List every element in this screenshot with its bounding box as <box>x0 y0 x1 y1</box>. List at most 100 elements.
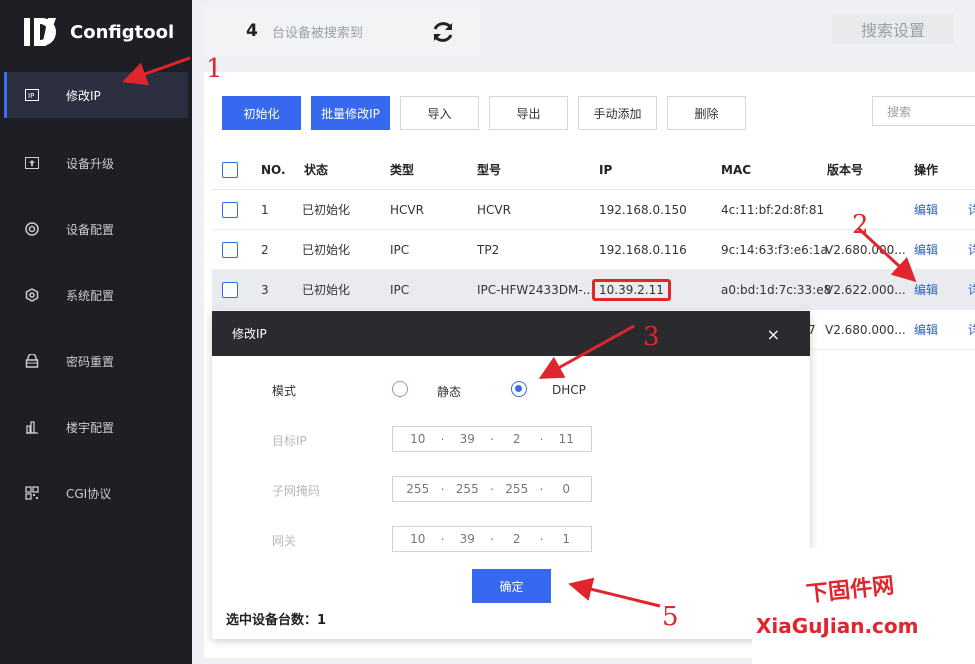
row-checkbox[interactable] <box>222 241 238 258</box>
row-type: IPC <box>390 242 410 257</box>
row-model: TP2 <box>477 242 500 257</box>
selected-count-value: 1 <box>317 613 327 628</box>
mode-label: 模式 <box>272 384 297 398</box>
app-name: Configtool <box>70 21 175 43</box>
ip-octet: 255 <box>492 479 543 496</box>
target-ip-label: 目标IP <box>272 434 307 448</box>
delete-button[interactable]: 删除 <box>667 96 746 130</box>
header-version: 版本号 <box>827 163 864 177</box>
annotation-number-1: 1 <box>206 54 223 84</box>
init-button[interactable]: 初始化 <box>222 96 301 130</box>
ip-icon: IP <box>24 87 40 103</box>
selected-device-count: 选中设备台数：1 <box>226 609 326 628</box>
upgrade-icon <box>24 155 40 171</box>
confirm-button[interactable]: 确定 <box>472 569 551 603</box>
sidebar-item-system-config[interactable]: 系统配置 <box>0 262 192 328</box>
sidebar-item-label: 设备配置 <box>66 222 115 237</box>
static-radio[interactable] <box>392 381 408 397</box>
row-ip-highlighted: 10.39.2.11 <box>592 278 671 301</box>
row-no: 3 <box>261 282 269 297</box>
batch-modify-ip-button[interactable]: 批量修改IP <box>311 96 390 130</box>
sidebar-item-label: CGI协议 <box>66 486 112 501</box>
row-mac: 9c:14:63:f3:e6:1a <box>721 242 828 257</box>
edit-link[interactable]: 编辑 <box>914 321 938 338</box>
header-ip: IP <box>599 162 613 177</box>
qr-icon <box>24 485 40 501</box>
sidebar-item-label: 设备升级 <box>66 156 115 171</box>
edit-link[interactable]: 编辑 <box>914 241 938 258</box>
row-ip: 192.168.0.150 <box>599 202 687 217</box>
annotation-number-2: 2 <box>852 210 869 240</box>
row-status: 已初始化 <box>302 203 351 217</box>
import-button[interactable]: 导入 <box>400 96 479 130</box>
close-icon[interactable]: × <box>767 325 780 344</box>
dhcp-label: DHCP <box>552 383 586 397</box>
sidebar-item-label: 修改IP <box>66 88 101 103</box>
row-version: V2.622.000... <box>825 282 906 297</box>
sidebar-item-label: 楼宇配置 <box>66 420 115 435</box>
ip-octet: 39 <box>443 529 494 546</box>
dhcp-radio[interactable] <box>511 381 527 397</box>
row-type: HCVR <box>390 202 424 217</box>
ip-octet: 0 <box>562 482 571 496</box>
ip-octet: 39 <box>443 429 494 446</box>
ip-octet: 2 <box>492 529 543 546</box>
edit-link[interactable]: 编辑 <box>914 201 938 218</box>
annotation-number-3: 3 <box>643 322 660 352</box>
sidebar-item-modify-ip[interactable]: IP 修改IP <box>4 72 188 118</box>
subnet-input[interactable]: 255 255 255 0 <box>392 476 592 502</box>
export-button[interactable]: 导出 <box>489 96 568 130</box>
header-no: NO. <box>261 162 286 177</box>
sidebar-item-label: 系统配置 <box>66 288 115 303</box>
sidebar-item-cgi[interactable]: CGI协议 <box>0 460 192 526</box>
watermark-cn: 下固件网 <box>805 573 896 608</box>
svg-text:IP: IP <box>28 92 34 100</box>
device-count-label: 台设备被搜索到 <box>271 25 363 41</box>
row-mac: a0:bd:1d:7c:33:e8 <box>721 282 832 297</box>
row-mac: 4c:11:bf:2d:8f:81 <box>721 202 825 217</box>
row-checkbox[interactable] <box>222 201 238 218</box>
ip-octet: 11 <box>558 432 574 446</box>
table-row-selected[interactable]: 3 已初始化 IPC IPC-HFW2433DM-... 10.39.2.11 … <box>212 270 975 310</box>
sidebar-item-building-config[interactable]: 楼宇配置 <box>0 394 192 460</box>
dialog-header: 修改IP × <box>212 311 810 356</box>
row-model: IPC-HFW2433DM-... <box>477 282 595 297</box>
target-ip-input[interactable]: 10 39 2 11 <box>392 426 592 452</box>
detail-link[interactable]: 详 <box>968 241 975 258</box>
row-status: 已初始化 <box>302 243 351 257</box>
row-version: V2.680.000... <box>825 322 906 337</box>
app-logo: Configtool <box>0 0 192 64</box>
modify-ip-dialog: 修改IP × 模式 静态 DHCP 目标IP 10 39 2 11 子网掩码 2… <box>212 311 810 639</box>
row-no: 2 <box>261 242 269 257</box>
ip-octet: 1 <box>562 532 571 546</box>
row-status: 已初始化 <box>302 283 351 297</box>
select-all-checkbox[interactable] <box>222 161 238 178</box>
header-mac: MAC <box>721 162 752 177</box>
row-type: IPC <box>390 282 410 297</box>
detail-link[interactable]: 详 <box>968 281 975 298</box>
lock-icon <box>24 353 40 369</box>
header-status: 状态 <box>304 163 329 177</box>
ip-octet: 2 <box>492 429 543 446</box>
header-model: 型号 <box>477 163 502 177</box>
sidebar-item-device-config[interactable]: 设备配置 <box>0 196 192 262</box>
gateway-label: 网关 <box>272 534 297 548</box>
manual-add-button[interactable]: 手动添加 <box>578 96 657 130</box>
header-action: 操作 <box>914 163 939 177</box>
header-type: 类型 <box>390 163 415 177</box>
search-input[interactable]: 搜索 <box>872 96 975 126</box>
gateway-input[interactable]: 10 39 2 1 <box>392 526 592 552</box>
device-count: 4 <box>246 21 258 41</box>
detail-link[interactable]: 详 <box>968 201 975 218</box>
search-settings-button[interactable]: 搜索设置 <box>832 14 954 44</box>
sidebar-item-label: 密码重置 <box>66 354 115 369</box>
detail-link[interactable]: 详 <box>968 321 975 338</box>
sidebar-item-upgrade[interactable]: 设备升级 <box>0 130 192 196</box>
sidebar: Configtool IP 修改IP 设备升级 设备配置 系统配置 密码重置 楼… <box>0 0 192 664</box>
row-no: 1 <box>261 202 269 217</box>
edit-link[interactable]: 编辑 <box>914 281 938 298</box>
sidebar-item-password-reset[interactable]: 密码重置 <box>0 328 192 394</box>
refresh-icon[interactable] <box>430 19 456 45</box>
row-checkbox[interactable] <box>222 281 238 298</box>
subnet-label: 子网掩码 <box>272 484 321 498</box>
